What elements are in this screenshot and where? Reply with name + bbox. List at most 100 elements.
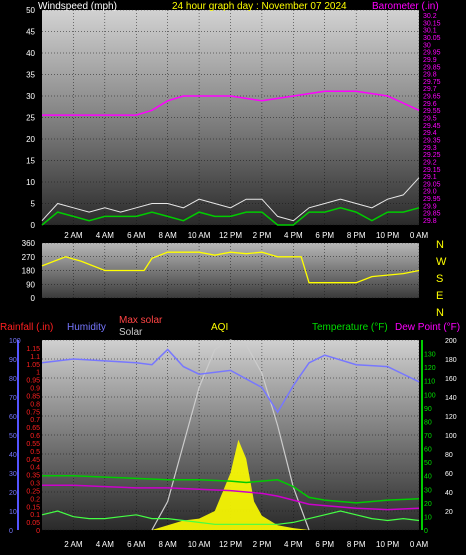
baro-tick-label: 29.5 bbox=[423, 116, 437, 123]
direction-tick-label: 90 bbox=[26, 280, 35, 289]
compass-e: E bbox=[436, 290, 443, 302]
temp-tick-label: 50 bbox=[424, 460, 432, 467]
x-tick-label: 4 PM bbox=[284, 540, 303, 549]
wind-tick-label: 10 bbox=[26, 178, 35, 187]
wind-axis-label: Windspeed (mph) bbox=[38, 1, 117, 12]
x-tick-label: 6 PM bbox=[315, 540, 334, 549]
baro-tick-label: 30.05 bbox=[423, 35, 441, 42]
x-tick-label: 8 AM bbox=[159, 231, 178, 240]
solar-tick-label: 180 bbox=[445, 357, 457, 364]
humidity-tick-label: 80 bbox=[9, 376, 17, 383]
direction-tick-label: 360 bbox=[22, 239, 36, 248]
baro-tick-label: 29.9 bbox=[423, 57, 437, 64]
temp-tick-label: 70 bbox=[424, 433, 432, 440]
rain-tick-label: 0.95 bbox=[26, 378, 40, 385]
rain-tick-label: 0.35 bbox=[26, 473, 40, 480]
x-tick-label: 10 PM bbox=[376, 231, 399, 240]
baro-tick-label: 29.6 bbox=[423, 101, 437, 108]
temp-tick-label: 110 bbox=[424, 379, 435, 386]
x-tick-label: 0 AM bbox=[410, 540, 429, 549]
solar-tick-label: 140 bbox=[445, 395, 457, 402]
max-solar-label: Max solar bbox=[119, 315, 163, 326]
baro-tick-label: 29.8 bbox=[423, 72, 437, 79]
wind-tick-label: 15 bbox=[26, 157, 35, 166]
x-tick-label: 2 PM bbox=[253, 540, 272, 549]
temp-tick-label: 100 bbox=[424, 392, 436, 399]
humidity-tick-label: 70 bbox=[9, 395, 17, 402]
humidity-tick-label: 40 bbox=[9, 452, 17, 459]
compass-n-top: N bbox=[436, 239, 444, 251]
baro-tick-label: 30 bbox=[423, 42, 431, 49]
x-tick-label: 2 PM bbox=[253, 231, 272, 240]
solar-tick-label: 200 bbox=[445, 338, 457, 345]
baro-tick-label: 29.55 bbox=[423, 108, 441, 115]
humidity-tick-label: 60 bbox=[9, 414, 17, 421]
temp-tick-label: 10 bbox=[424, 514, 432, 521]
weather-graph: 2 AM2 AM4 AM4 AM6 AM6 AM8 AM8 AM10 AM10 … bbox=[0, 1, 460, 549]
temp-tick-label: 120 bbox=[424, 365, 436, 372]
aqi-label: AQI bbox=[211, 322, 228, 333]
rain-tick-label: 0.75 bbox=[26, 409, 40, 416]
rain-tick-label: 0.1 bbox=[30, 512, 40, 519]
humidity-tick-label: 100 bbox=[9, 338, 21, 345]
x-tick-label: 8 PM bbox=[347, 540, 366, 549]
direction-tick-label: 0 bbox=[31, 294, 36, 303]
temp-tick-label: 0 bbox=[424, 528, 428, 535]
x-tick-label: 2 AM bbox=[64, 540, 83, 549]
rain-tick-label: 1 bbox=[36, 370, 40, 377]
x-tick-label: 0 AM bbox=[410, 231, 429, 240]
baro-tick-label: 29.0 bbox=[423, 189, 437, 196]
rain-tick-label: 0.4 bbox=[30, 465, 40, 472]
rain-tick-label: 0.85 bbox=[26, 393, 40, 400]
baro-tick-label: 29.85 bbox=[423, 64, 441, 71]
wind-tick-label: 30 bbox=[26, 92, 35, 101]
solar-tick-label: 100 bbox=[445, 433, 457, 440]
temp-tick-label: 60 bbox=[424, 447, 432, 454]
baro-tick-label: 29.95 bbox=[423, 196, 441, 203]
temp-tick-label: 30 bbox=[424, 487, 432, 494]
direction-tick-label: 180 bbox=[22, 267, 36, 276]
rain-tick-label: 0.05 bbox=[26, 520, 40, 527]
wind-tick-label: 5 bbox=[31, 200, 36, 209]
x-tick-label: 4 AM bbox=[96, 540, 115, 549]
x-tick-label: 6 AM bbox=[127, 540, 146, 549]
x-tick-label: 6 AM bbox=[127, 231, 146, 240]
chart-title: 24 hour graph day : November 07 2024 bbox=[172, 1, 347, 12]
x-tick-label: 10 AM bbox=[188, 231, 211, 240]
baro-tick-label: 29.4 bbox=[423, 130, 437, 137]
solar-tick-label: 40 bbox=[445, 490, 453, 497]
rain-tick-label: 1.15 bbox=[26, 346, 40, 353]
baro-tick-label: 29.65 bbox=[423, 94, 441, 101]
rain-tick-label: 0.55 bbox=[26, 441, 40, 448]
baro-tick-label: 29.45 bbox=[423, 123, 441, 130]
baro-tick-label: 29.25 bbox=[423, 152, 441, 159]
rain-tick-label: 0.25 bbox=[26, 488, 40, 495]
baro-tick-label: 29.1 bbox=[423, 174, 437, 181]
rain-tick-label: 0.15 bbox=[26, 504, 40, 511]
compass-n-bottom: N bbox=[436, 307, 444, 319]
wind-tick-label: 40 bbox=[26, 49, 35, 58]
dewpoint-label: Dew Point (°F) bbox=[395, 322, 460, 333]
humidity-label: Humidity bbox=[67, 322, 106, 333]
x-tick-label: 2 AM bbox=[64, 231, 83, 240]
rain-tick-label: 0.5 bbox=[30, 449, 40, 456]
baro-tick-label: 30.15 bbox=[423, 20, 441, 27]
x-tick-label: 4 AM bbox=[96, 231, 115, 240]
humidity-tick-label: 10 bbox=[9, 509, 17, 516]
solar-tick-label: 20 bbox=[445, 509, 453, 516]
wind-tick-label: 45 bbox=[26, 28, 35, 37]
temp-tick-label: 130 bbox=[424, 352, 436, 359]
rain-tick-label: 1.1 bbox=[30, 354, 40, 361]
baro-tick-label: 30.2 bbox=[423, 13, 437, 20]
baro-tick-label: 30.1 bbox=[423, 28, 437, 35]
rain-tick-label: 0.7 bbox=[30, 417, 40, 424]
barometer-axis-label: Barometer (.in) bbox=[372, 1, 439, 12]
direction-tick-label: 270 bbox=[22, 253, 36, 262]
rainfall-label: Rainfall (.in) bbox=[0, 322, 53, 333]
x-tick-label: 12 PM bbox=[219, 540, 242, 549]
solar-tick-label: 80 bbox=[445, 452, 453, 459]
temp-tick-label: 80 bbox=[424, 419, 432, 426]
solar-tick-label: 160 bbox=[445, 376, 457, 383]
baro-tick-label: 29.3 bbox=[423, 145, 437, 152]
rain-tick-label: 0.65 bbox=[26, 425, 40, 432]
